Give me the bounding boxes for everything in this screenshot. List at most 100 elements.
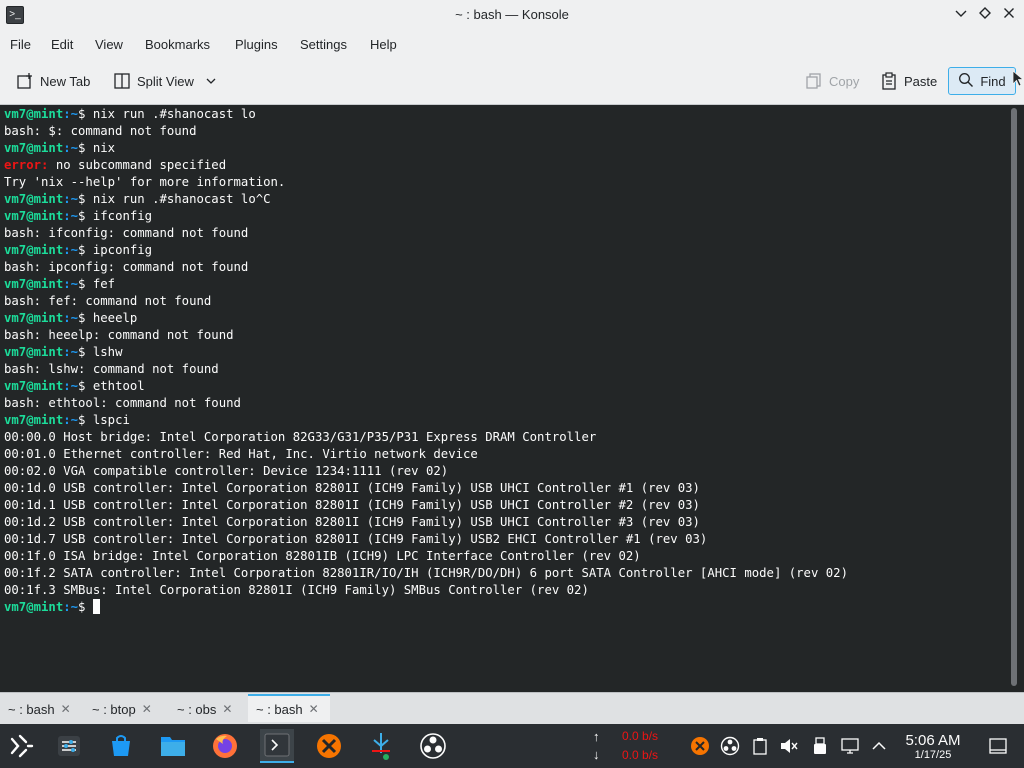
- system-settings-icon[interactable]: [52, 729, 86, 763]
- prompt-line: vm7@mint:~$: [4, 599, 100, 616]
- app-launcher-icon[interactable]: [5, 729, 39, 763]
- usb-device-icon[interactable]: [810, 736, 830, 756]
- output-text: bash: ifconfig: command not found: [4, 226, 249, 240]
- error-text: no subcommand specified: [48, 158, 227, 172]
- close-window-icon[interactable]: [999, 5, 1019, 25]
- paste-icon: [880, 72, 898, 90]
- close-tab-icon[interactable]: ✕: [61, 702, 71, 716]
- command-text: nix run .#shanocast lo^C: [85, 192, 271, 206]
- output-line: bash: heeelp: command not found: [4, 327, 234, 344]
- prompt-line: vm7@mint:~$ nix run .#shanocast lo: [4, 106, 256, 123]
- file-manager-icon[interactable]: [156, 729, 190, 763]
- clipboard-icon[interactable]: [750, 736, 770, 756]
- xfce-x-icon[interactable]: [312, 729, 346, 763]
- prompt-line: vm7@mint:~$ nix run .#shanocast lo^C: [4, 191, 271, 208]
- new-tab-button[interactable]: New Tab: [16, 68, 90, 94]
- error-line: error: no subcommand specified: [4, 157, 226, 174]
- copy-button[interactable]: Copy: [805, 68, 859, 94]
- tab-bash-active[interactable]: ~ : bash ✕: [248, 694, 330, 722]
- taskbar: ↑ ↓ 0.0 b/s 0.0 b/s 5:06 AM 1/17/25: [0, 724, 1024, 768]
- scrollbar-thumb[interactable]: [1011, 108, 1017, 686]
- command-text: nix run .#shanocast lo: [85, 107, 256, 121]
- prompt-path: :~: [63, 345, 79, 359]
- prompt-path: :~: [63, 243, 79, 257]
- output-line: bash: ethtool: command not found: [4, 395, 241, 412]
- search-icon: [958, 72, 974, 91]
- output-line: bash: lshw: command not found: [4, 361, 219, 378]
- output-line: 00:02.0 VGA compatible controller: Devic…: [4, 463, 448, 480]
- split-view-icon: [113, 72, 131, 90]
- prompt-path: :~: [63, 600, 79, 614]
- command-text: ipconfig: [85, 243, 153, 257]
- show-desktop-icon[interactable]: [988, 736, 1008, 756]
- prompt-line: vm7@mint:~$ lshw: [4, 344, 122, 361]
- chevron-up-icon[interactable]: [869, 736, 889, 756]
- minimize-icon[interactable]: [951, 5, 971, 25]
- network-wired-icon[interactable]: [840, 736, 860, 756]
- prompt-path: :~: [63, 277, 79, 291]
- output-line: 00:1f.2 SATA controller: Intel Corporati…: [4, 565, 848, 582]
- output-line: bash: fef: command not found: [4, 293, 211, 310]
- close-tab-icon[interactable]: ✕: [309, 702, 319, 716]
- output-line: bash: $: command not found: [4, 123, 197, 140]
- close-tab-icon[interactable]: ✕: [222, 702, 232, 716]
- upload-speed-value: 0.0 b/s: [622, 729, 659, 743]
- prompt-path: :~: [63, 209, 79, 223]
- output-line: 00:1d.2 USB controller: Intel Corporatio…: [4, 514, 700, 531]
- konsole-taskbar-icon[interactable]: [260, 729, 294, 763]
- prompt-user: vm7@mint: [4, 141, 64, 155]
- menu-file[interactable]: File: [10, 37, 31, 52]
- terminal-output[interactable]: vm7@mint:~$ nix run .#shanocast lo bash: …: [0, 105, 1009, 692]
- prompt-path: :~: [63, 311, 79, 325]
- download-arrow-icon: ↓: [593, 747, 600, 762]
- find-label: Find: [980, 73, 1006, 89]
- output-line: 00:00.0 Host bridge: Intel Corporation 8…: [4, 429, 596, 446]
- menu-settings[interactable]: Settings: [300, 37, 347, 52]
- output-text: 00:1d.0 USB controller: Intel Corporatio…: [4, 481, 700, 495]
- menu-edit[interactable]: Edit: [51, 37, 73, 52]
- new-tab-label: New Tab: [40, 73, 91, 89]
- error-label: error:: [4, 158, 49, 172]
- prompt-user: vm7@mint: [4, 413, 64, 427]
- toolbar: New Tab Split View Copy Paste Find: [0, 58, 1024, 105]
- xfce-tray-icon[interactable]: [690, 736, 710, 756]
- split-view-button[interactable]: Split View: [113, 68, 216, 94]
- tab-obs[interactable]: ~ : obs ✕: [169, 696, 247, 722]
- volume-muted-icon[interactable]: [779, 736, 799, 756]
- clock-date[interactable]: 1/17/25: [896, 749, 970, 761]
- tab-bash-1[interactable]: ~ : bash ✕: [0, 696, 82, 722]
- chevron-down-icon[interactable]: [206, 76, 216, 86]
- prompt-line: vm7@mint:~$ heeelp: [4, 310, 137, 327]
- output-text: bash: $: command not found: [4, 124, 197, 138]
- download-speed: 0.0 b/s: [622, 748, 658, 762]
- tab-btop[interactable]: ~ : btop ✕: [84, 696, 164, 722]
- prompt-user: vm7@mint: [4, 107, 64, 121]
- menu-bookmarks[interactable]: Bookmarks: [145, 37, 210, 52]
- close-tab-icon[interactable]: ✕: [142, 702, 152, 716]
- firefox-icon[interactable]: [208, 729, 242, 763]
- obs-tray-icon[interactable]: [720, 736, 740, 756]
- dev-tool-icon[interactable]: [364, 729, 398, 763]
- prompt-user: vm7@mint: [4, 600, 64, 614]
- title-bar: >_ ~ : bash — Konsole: [0, 0, 1024, 30]
- paste-button[interactable]: Paste: [880, 68, 937, 94]
- prompt-user: vm7@mint: [4, 192, 64, 206]
- discover-store-icon[interactable]: [104, 729, 138, 763]
- prompt-path: :~: [63, 141, 79, 155]
- command-text: heeelp: [85, 311, 138, 325]
- clock-time[interactable]: 5:06 AM: [896, 732, 970, 749]
- obs-studio-icon[interactable]: [416, 729, 450, 763]
- menu-plugins[interactable]: Plugins: [235, 37, 278, 52]
- output-text: bash: ethtool: command not found: [4, 396, 241, 410]
- menu-help[interactable]: Help: [370, 37, 397, 52]
- prompt-line: vm7@mint:~$ fef: [4, 276, 115, 293]
- prompt-line: vm7@mint:~$ ethtool: [4, 378, 145, 395]
- download-speed-value: 0.0 b/s: [622, 748, 659, 762]
- find-button[interactable]: Find: [948, 67, 1016, 95]
- tab-label: ~ : bash: [8, 701, 55, 717]
- copy-icon: [805, 72, 823, 90]
- menu-view[interactable]: View: [95, 37, 123, 52]
- output-text: 00:1d.1 USB controller: Intel Corporatio…: [4, 498, 700, 512]
- maximize-icon[interactable]: [975, 5, 995, 25]
- output-text: bash: heeelp: command not found: [4, 328, 234, 342]
